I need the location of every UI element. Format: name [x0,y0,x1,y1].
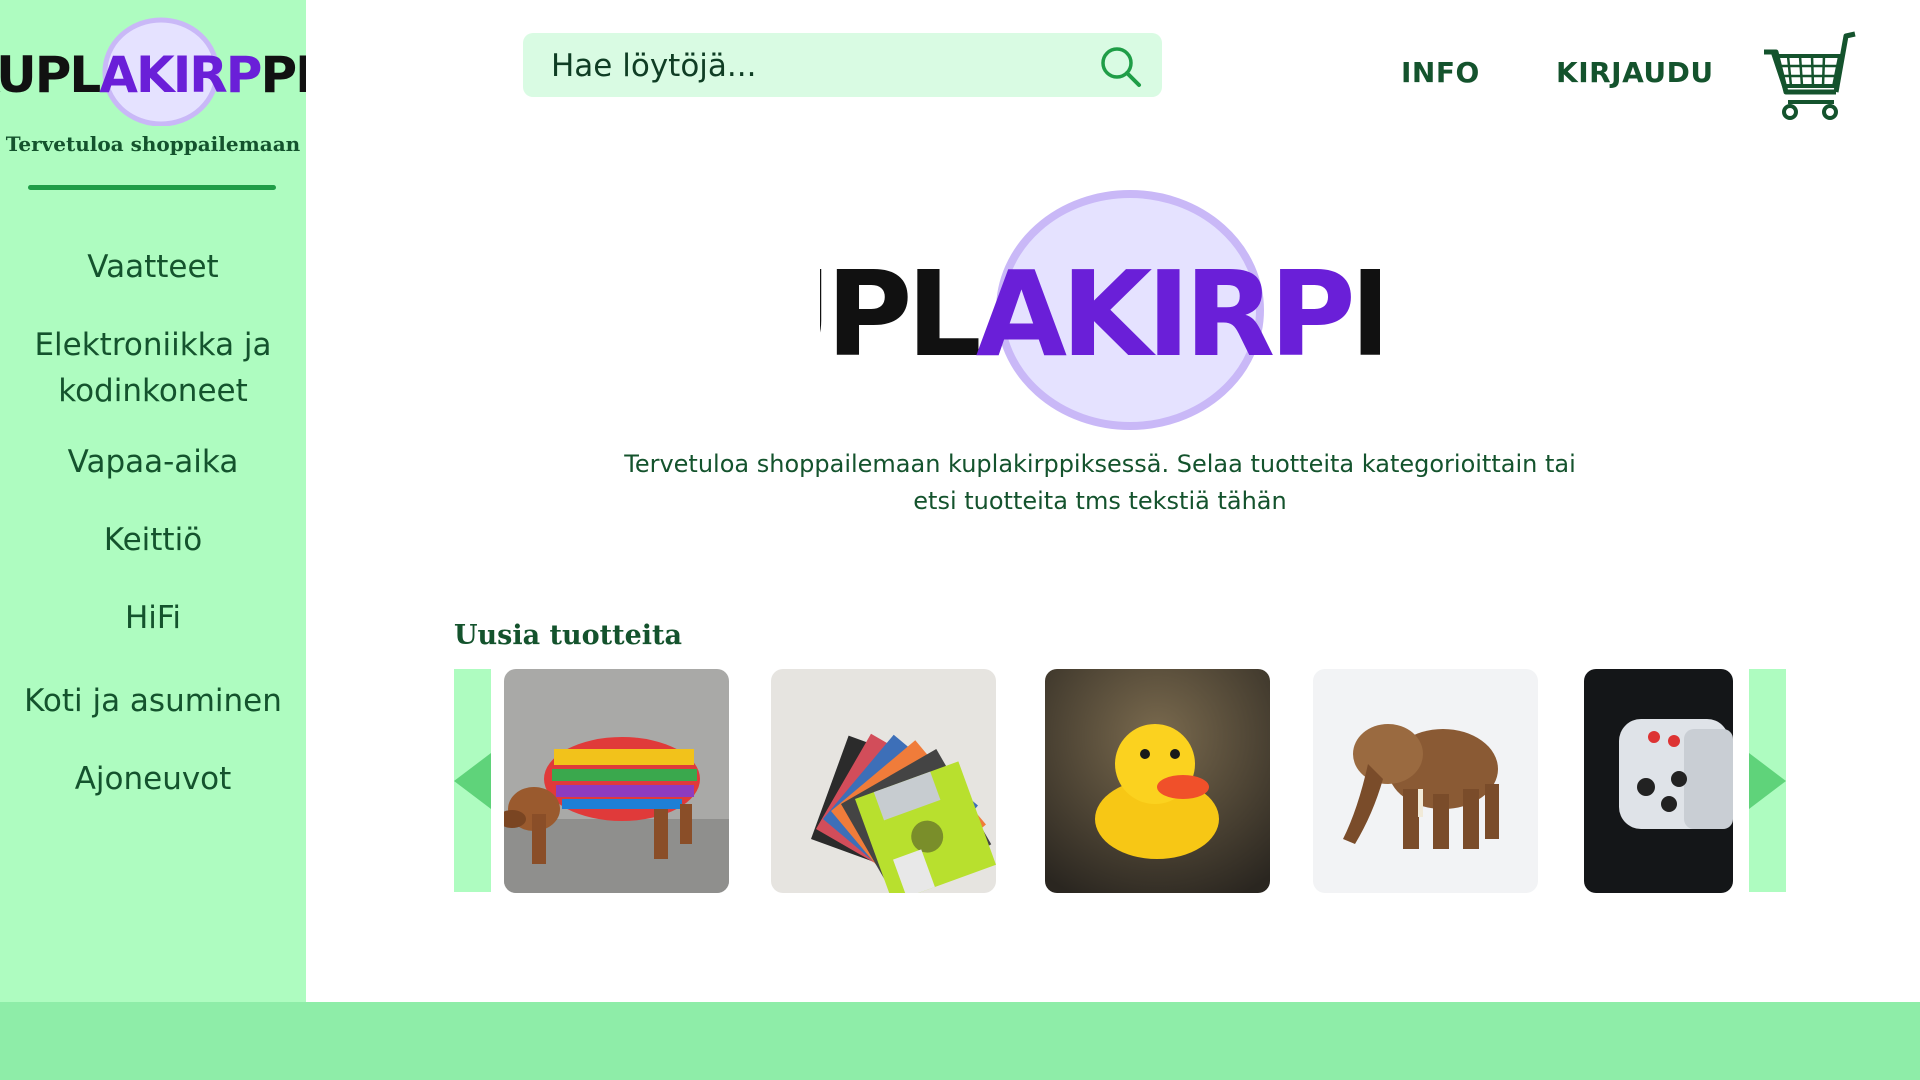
product-image [1313,669,1538,893]
sidebar-item-kodinkoneet[interactable]: kodinkoneet [0,368,306,414]
search-icon[interactable] [1098,44,1144,90]
product-image [1584,669,1733,893]
sidebar: KUPLAKIRPPIS Tervetuloa shoppailemaan Va… [0,0,306,1002]
product-image [504,669,729,893]
sidebar-item-vapaa-aika[interactable]: Vapaa-aika [0,439,306,485]
sidebar-item-koti-ja-asuminen[interactable]: Koti ja asuminen [0,678,306,724]
svg-text:KUPLAKIRPPIS: KUPLAKIRPPIS [0,46,306,104]
svg-text:KUPLAKIRPPIS: KUPLAKIRPPIS [820,245,1380,383]
product-card-floppy-disks[interactable] [771,669,996,893]
sidebar-divider [28,185,276,190]
new-products-title: Uusia tuotteita [454,620,682,651]
sidebar-item-ajoneuvot[interactable]: Ajoneuvot [0,756,306,802]
welcome-text: Tervetuloa shoppailemaan kuplakirppikses… [624,450,1576,515]
footer [0,1002,1920,1080]
product-image [1045,669,1270,893]
product-card-wooden-elephant[interactable] [1313,669,1538,893]
product-card-rubber-duck[interactable] [1045,669,1270,893]
product-card-dog-sweater[interactable] [504,669,729,893]
hero-logo: KUPLAKIRPPIS [820,190,1380,430]
carousel-prev-button[interactable] [454,669,491,892]
sidebar-item-vaatteet[interactable]: Vaatteet [0,244,306,290]
sidebar-item-elektroniikka[interactable]: Elektroniikka ja [0,322,306,368]
product-card-dice[interactable] [1584,669,1733,893]
login-link[interactable]: KIRJAUDU [1556,56,1714,89]
sidebar-item-keittio[interactable]: Keittiö [0,517,306,563]
chevron-left-icon [454,753,491,809]
search-box [523,33,1162,99]
sidebar-tagline: Tervetuloa shoppailemaan [5,132,301,156]
chevron-right-icon [1749,753,1786,809]
cart-icon[interactable] [1760,30,1856,122]
search-input[interactable] [549,33,1093,99]
sidebar-item-hifi[interactable]: HiFi [0,595,306,641]
product-image [771,669,996,893]
brand-logo[interactable]: KUPLAKIRPPIS [0,14,306,126]
info-link[interactable]: INFO [1401,56,1480,89]
carousel-next-button[interactable] [1749,669,1786,892]
